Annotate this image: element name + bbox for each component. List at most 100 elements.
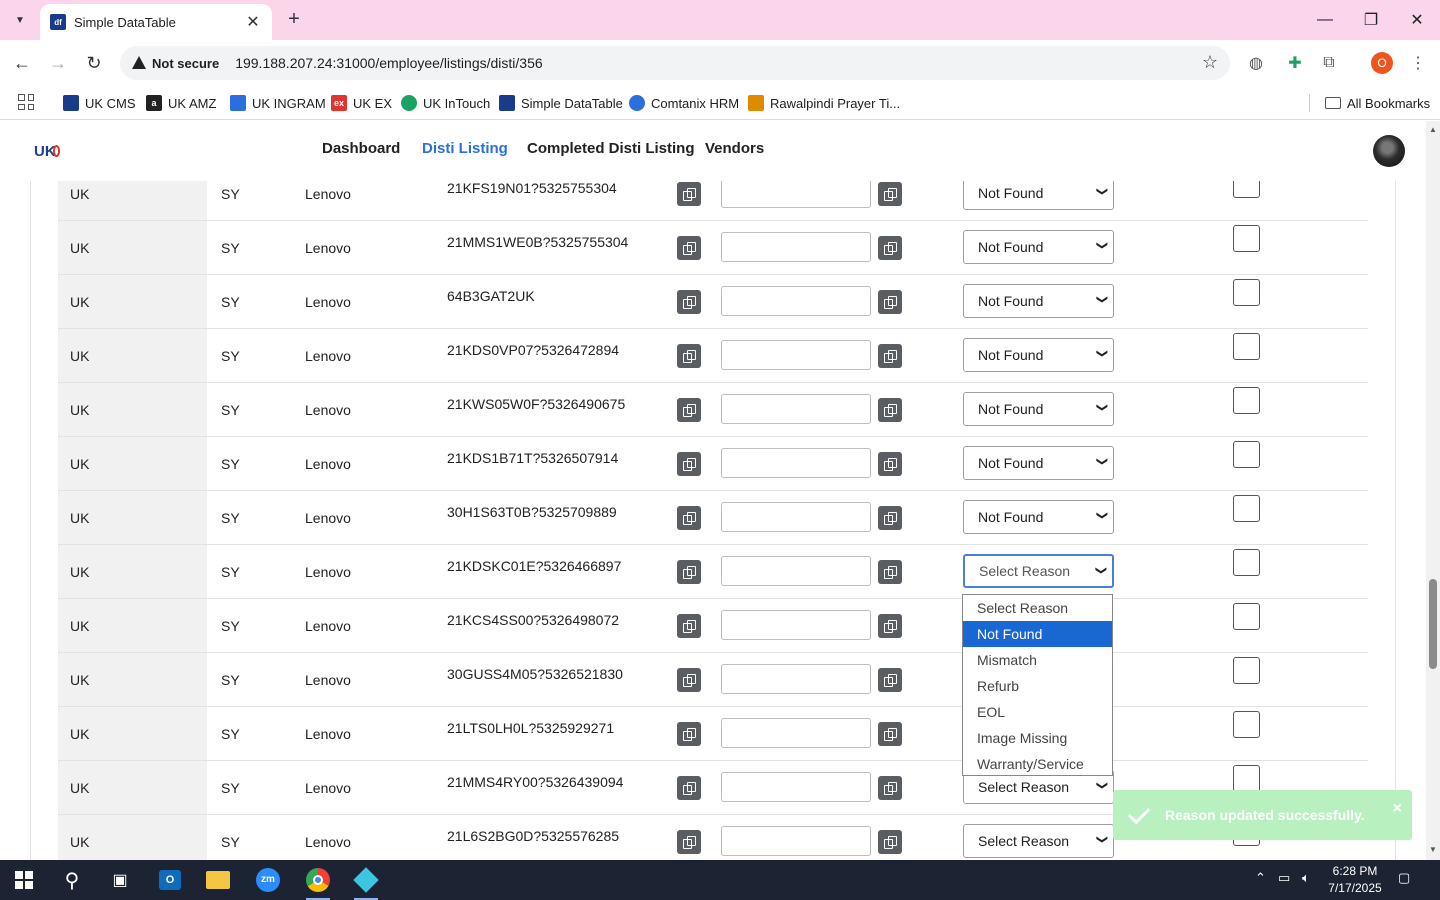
row-checkbox[interactable]	[1233, 657, 1260, 684]
row-checkbox[interactable]	[1233, 333, 1260, 360]
nav-vendors[interactable]: Vendors	[705, 140, 764, 157]
row-checkbox[interactable]	[1233, 711, 1260, 738]
extension-puzzle-green-icon[interactable]: ✚	[1284, 52, 1306, 74]
paste-copy-button[interactable]	[878, 452, 902, 476]
user-avatar[interactable]	[1373, 135, 1405, 167]
paste-copy-button[interactable]	[878, 506, 902, 530]
paste-copy-button[interactable]	[878, 668, 902, 692]
row-checkbox[interactable]	[1233, 495, 1260, 522]
paste-copy-button[interactable]	[878, 236, 902, 260]
bookmark-uk-intouch[interactable]: UK InTouch	[401, 92, 490, 114]
link-input[interactable]	[721, 610, 871, 640]
paste-copy-button[interactable]	[878, 776, 902, 800]
link-input[interactable]	[721, 232, 871, 262]
row-checkbox[interactable]	[1233, 603, 1260, 630]
tab-search-icon[interactable]: ▼	[8, 8, 32, 32]
nav-completed-disti-listing[interactable]: Completed Disti Listing	[527, 140, 695, 157]
link-input[interactable]	[721, 556, 871, 586]
reason-select[interactable]: Select Reason ❯	[963, 554, 1114, 588]
menu-kebab-icon[interactable]: ⋮	[1407, 52, 1429, 74]
nav-disti-listing[interactable]: Disti Listing	[422, 140, 508, 157]
link-input[interactable]	[721, 664, 871, 694]
restore-icon[interactable]: ❐	[1348, 0, 1394, 40]
search-icon[interactable]: ⚲	[52, 864, 92, 896]
reason-option[interactable]: Mismatch	[963, 647, 1112, 673]
reason-option[interactable]: Warranty/Service	[963, 751, 1112, 777]
link-input[interactable]	[721, 772, 871, 802]
copy-part-button[interactable]	[677, 452, 701, 476]
link-input[interactable]	[721, 448, 871, 478]
copy-part-button[interactable]	[677, 668, 701, 692]
bookmark-star-icon[interactable]: ☆	[1202, 52, 1218, 73]
profile-avatar[interactable]: O	[1371, 52, 1393, 74]
copy-part-button[interactable]	[677, 398, 701, 422]
app-diamond-icon[interactable]	[346, 864, 386, 900]
copy-part-button[interactable]	[677, 614, 701, 638]
reason-option[interactable]: Select Reason	[963, 595, 1112, 621]
paste-copy-button[interactable]	[878, 722, 902, 746]
reason-select[interactable]: Not Found ❯	[963, 446, 1114, 480]
link-input[interactable]	[721, 502, 871, 532]
toast-close-icon[interactable]: ×	[1393, 800, 1402, 818]
scroll-down-icon[interactable]: ▼	[1429, 845, 1437, 854]
link-input[interactable]	[721, 718, 871, 748]
copy-part-button[interactable]	[677, 182, 701, 206]
paste-copy-button[interactable]	[878, 290, 902, 314]
network-icon[interactable]: ▭	[1278, 870, 1290, 886]
start-button[interactable]	[4, 864, 44, 896]
copy-part-button[interactable]	[677, 560, 701, 584]
copy-part-button[interactable]	[677, 290, 701, 314]
paste-copy-button[interactable]	[878, 182, 902, 206]
tray-chevron-icon[interactable]: ⌃	[1255, 870, 1266, 886]
reason-option[interactable]: EOL	[963, 699, 1112, 725]
link-input[interactable]	[721, 178, 871, 208]
reason-option[interactable]: Refurb	[963, 673, 1112, 699]
row-checkbox[interactable]	[1233, 387, 1260, 414]
link-input[interactable]	[721, 286, 871, 316]
paste-copy-button[interactable]	[878, 344, 902, 368]
row-checkbox[interactable]	[1233, 549, 1260, 576]
link-input[interactable]	[721, 394, 871, 424]
extensions-icon[interactable]: ⧉	[1318, 52, 1340, 74]
reason-option[interactable]: Image Missing	[963, 725, 1112, 751]
nav-dashboard[interactable]: Dashboard	[322, 140, 400, 157]
reason-select[interactable]: Not Found ❯	[963, 500, 1114, 534]
apps-grid-icon[interactable]	[18, 94, 34, 110]
copy-part-button[interactable]	[677, 236, 701, 260]
bookmark-uk-ingram[interactable]: UK INGRAM	[230, 92, 326, 114]
all-bookmarks[interactable]: All Bookmarks	[1325, 92, 1430, 114]
reason-option[interactable]: Not Found	[963, 621, 1112, 647]
reason-select[interactable]: Not Found ❯	[963, 230, 1114, 264]
row-checkbox[interactable]	[1233, 225, 1260, 252]
reason-select[interactable]: Not Found ❯	[963, 176, 1114, 210]
reason-select[interactable]: Not Found ❯	[963, 284, 1114, 318]
paste-copy-button[interactable]	[878, 614, 902, 638]
link-input[interactable]	[721, 340, 871, 370]
reload-icon[interactable]: ↻	[81, 50, 107, 76]
paste-copy-button[interactable]	[878, 398, 902, 422]
chrome-icon[interactable]	[298, 864, 338, 900]
scrollbar-thumb[interactable]	[1429, 579, 1437, 669]
row-checkbox[interactable]	[1233, 441, 1260, 468]
back-icon[interactable]: ←	[9, 50, 35, 76]
copy-part-button[interactable]	[677, 506, 701, 530]
bookmark-comtanix-hrm[interactable]: Comtanix HRM	[629, 92, 739, 114]
reason-select[interactable]: Select Reason ❯	[963, 824, 1114, 858]
file-explorer-icon[interactable]	[198, 864, 238, 896]
copy-part-button[interactable]	[677, 722, 701, 746]
scroll-up-icon[interactable]: ▲	[1429, 125, 1437, 134]
volume-muted-icon[interactable]: 🔈︎	[1302, 870, 1310, 886]
copy-part-button[interactable]	[677, 776, 701, 800]
address-bar[interactable]: Not secure 199.188.207.24:31000/employee…	[120, 46, 1230, 80]
paste-copy-button[interactable]	[878, 830, 902, 854]
minimize-icon[interactable]: —	[1302, 0, 1348, 40]
translate-icon[interactable]: ◍	[1245, 52, 1267, 74]
app-logo[interactable]: UK	[34, 139, 60, 163]
zoom-icon[interactable]: zm	[248, 864, 288, 896]
system-clock[interactable]: 6:28 PM 7/17/2025	[1320, 863, 1390, 897]
bookmark-rawalpindi-prayer[interactable]: Rawalpindi Prayer Ti...	[748, 92, 900, 114]
link-input[interactable]	[721, 826, 871, 856]
new-tab-icon[interactable]: +	[282, 8, 306, 32]
row-checkbox[interactable]	[1233, 765, 1260, 792]
notifications-icon[interactable]: ▢	[1398, 870, 1410, 886]
